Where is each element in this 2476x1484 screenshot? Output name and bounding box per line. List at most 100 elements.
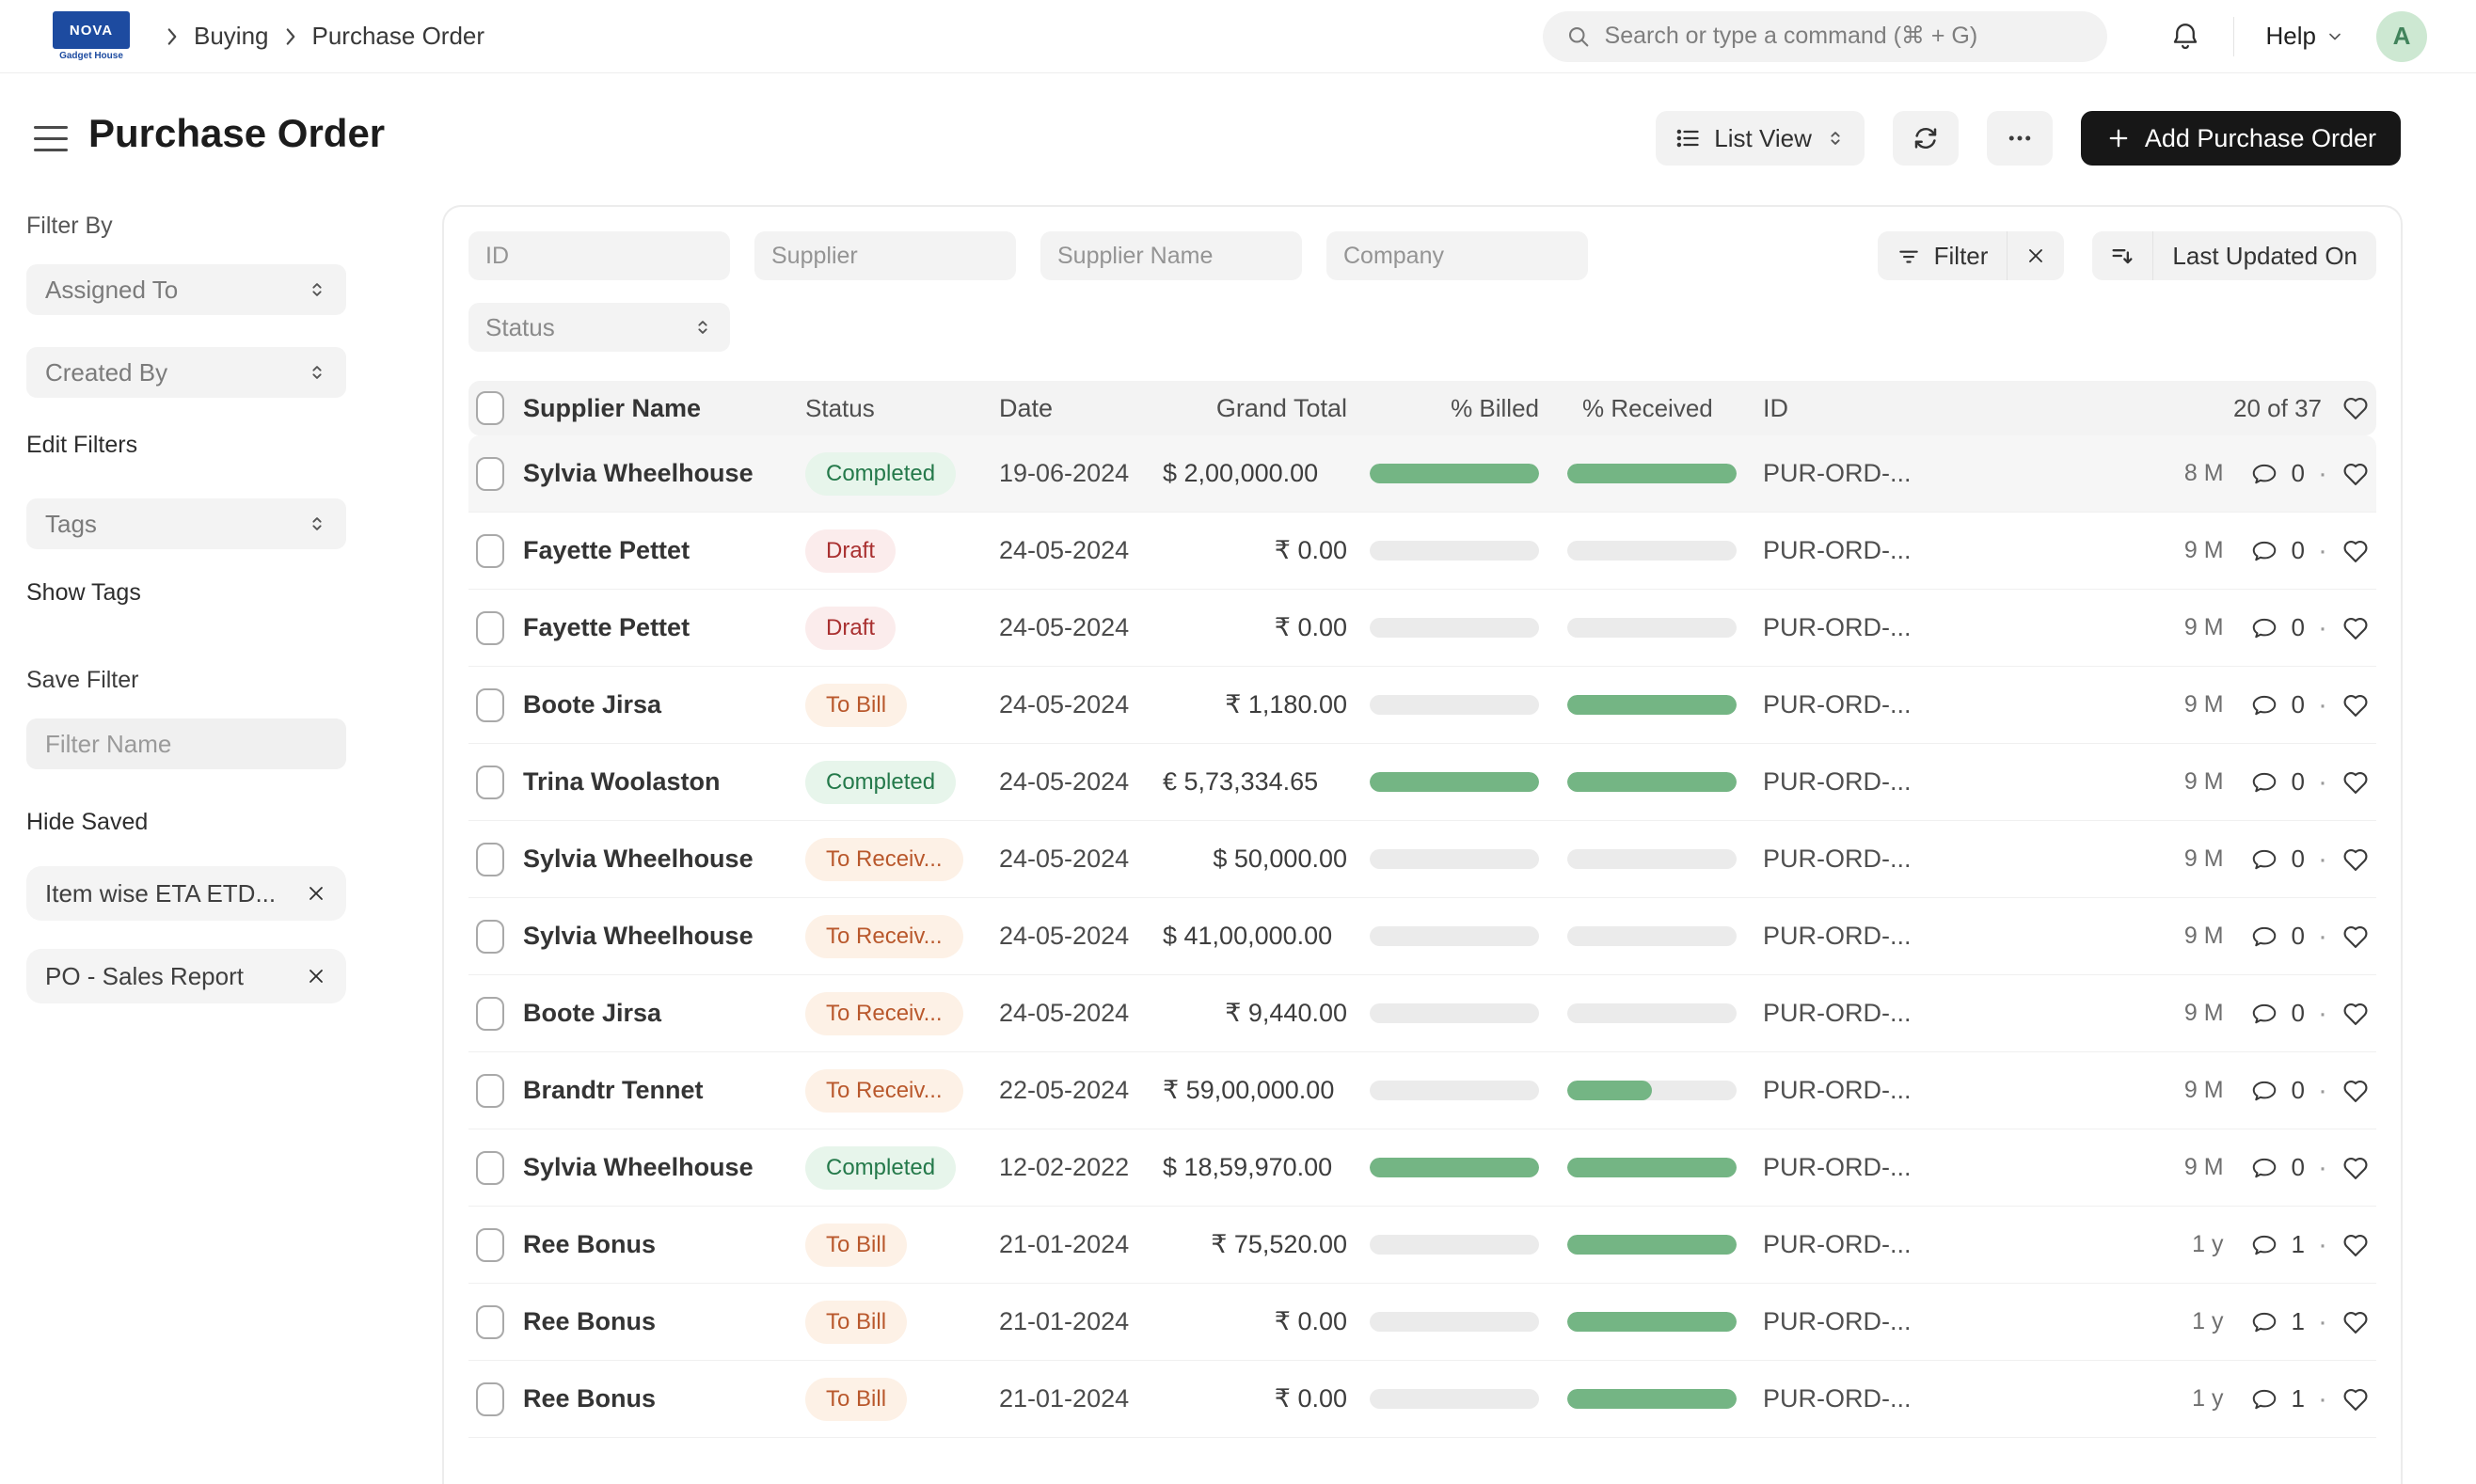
company-filter-input[interactable] [1326, 231, 1588, 280]
comment-button[interactable] [2250, 460, 2278, 488]
column-percent-billed[interactable]: % Billed [1370, 394, 1539, 423]
comment-button[interactable] [2250, 1000, 2278, 1028]
column-grand-total[interactable]: Grand Total [1163, 394, 1347, 423]
row-checkbox[interactable] [476, 688, 504, 722]
comment-button[interactable] [2250, 614, 2278, 642]
comment-button[interactable] [2250, 691, 2278, 719]
comment-button[interactable] [2250, 845, 2278, 874]
select-all-cell [468, 391, 523, 425]
sort-field-button[interactable]: Last Updated On [2153, 231, 2376, 280]
tags-select[interactable]: Tags [26, 498, 346, 549]
table-row[interactable]: Trina Woolaston Completed 24-05-2024 € 5… [468, 744, 2376, 821]
search-input[interactable] [1605, 23, 2085, 50]
like-button[interactable] [2341, 1153, 2371, 1183]
close-icon[interactable] [305, 882, 327, 905]
row-checkbox[interactable] [476, 611, 504, 645]
add-purchase-order-button[interactable]: Add Purchase Order [2081, 111, 2401, 166]
row-checkbox[interactable] [476, 457, 504, 491]
like-button[interactable] [2341, 690, 2371, 720]
select-all-checkbox[interactable] [476, 391, 504, 425]
like-button[interactable] [2341, 767, 2371, 797]
like-button[interactable] [2341, 1230, 2371, 1260]
like-button[interactable] [2341, 1384, 2371, 1414]
comment-button[interactable] [2250, 768, 2278, 797]
like-button[interactable] [2341, 999, 2371, 1029]
row-checkbox[interactable] [476, 766, 504, 799]
comment-button[interactable] [2250, 1231, 2278, 1259]
assigned-to-select[interactable]: Assigned To [26, 264, 346, 315]
comment-button[interactable] [2250, 1154, 2278, 1182]
avatar[interactable]: A [2376, 11, 2427, 62]
column-date[interactable]: Date [999, 394, 1163, 423]
row-checkbox[interactable] [476, 1074, 504, 1108]
column-supplier-name[interactable]: Supplier Name [523, 394, 805, 423]
created-by-select[interactable]: Created By [26, 347, 346, 398]
chevron-up-down-icon [1825, 128, 1846, 149]
close-icon[interactable] [305, 965, 327, 987]
table-row[interactable]: Sylvia Wheelhouse To Receiv... 24-05-202… [468, 898, 2376, 975]
id-filter-input[interactable] [468, 231, 730, 280]
like-button[interactable] [2341, 1076, 2371, 1106]
filter-button[interactable]: Filter [1878, 231, 2008, 280]
saved-filter-chip[interactable]: Item wise ETA ETD... [26, 866, 346, 921]
show-tags-link[interactable]: Show Tags [26, 579, 352, 607]
table-row[interactable]: Fayette Pettet Draft 24-05-2024 ₹ 0.00 P… [468, 513, 2376, 590]
sidebar-toggle-button[interactable] [34, 126, 71, 151]
refresh-button[interactable] [1893, 111, 1959, 166]
notifications-button[interactable] [2169, 21, 2201, 53]
clear-filter-button[interactable] [2008, 231, 2064, 280]
table-row[interactable]: Ree Bonus To Bill 21-01-2024 ₹ 75,520.00… [468, 1207, 2376, 1284]
breadcrumb-buying[interactable]: Buying [194, 22, 269, 51]
table-row[interactable]: Sylvia Wheelhouse Completed 12-02-2022 $… [468, 1129, 2376, 1207]
table-row[interactable]: Brandtr Tennet To Receiv... 22-05-2024 ₹… [468, 1052, 2376, 1129]
table-row[interactable]: Fayette Pettet Draft 24-05-2024 ₹ 0.00 P… [468, 590, 2376, 667]
table-row[interactable]: Ree Bonus To Bill 21-01-2024 ₹ 0.00 PUR-… [468, 1361, 2376, 1438]
table-row[interactable]: Sylvia Wheelhouse To Receiv... 24-05-202… [468, 821, 2376, 898]
billed-progress-cell [1370, 1312, 1539, 1332]
date-cell: 24-05-2024 [999, 767, 1163, 797]
row-checkbox[interactable] [476, 1228, 504, 1262]
view-switcher-button[interactable]: List View [1656, 111, 1865, 166]
comment-button[interactable] [2250, 1077, 2278, 1105]
more-options-button[interactable] [1987, 111, 2053, 166]
like-button[interactable] [2341, 845, 2371, 875]
filter-name-input[interactable] [26, 718, 346, 769]
help-menu[interactable]: Help [2266, 22, 2344, 51]
supplier-name-filter-input[interactable] [1040, 231, 1302, 280]
sort-direction-button[interactable] [2092, 231, 2152, 280]
like-button[interactable] [2341, 1307, 2371, 1337]
hide-saved-link[interactable]: Hide Saved [26, 809, 352, 836]
status-filter-select[interactable]: Status [468, 303, 730, 352]
column-percent-received[interactable]: % Received [1567, 394, 1737, 423]
comment-button[interactable] [2250, 537, 2278, 565]
table-row[interactable]: Ree Bonus To Bill 21-01-2024 ₹ 0.00 PUR-… [468, 1284, 2376, 1361]
row-checkbox[interactable] [476, 920, 504, 954]
like-button[interactable] [2341, 922, 2371, 952]
table-row[interactable]: Boote Jirsa To Receiv... 24-05-2024 ₹ 9,… [468, 975, 2376, 1052]
grand-total-cell: € 5,73,334.65 [1163, 767, 1347, 797]
column-status[interactable]: Status [805, 394, 999, 423]
comment-button[interactable] [2250, 1385, 2278, 1413]
row-checkbox[interactable] [476, 1382, 504, 1416]
like-button[interactable] [2341, 536, 2371, 566]
row-checkbox[interactable] [476, 843, 504, 876]
column-id[interactable]: ID [1763, 394, 2045, 423]
liked-filter-button[interactable] [2341, 393, 2371, 423]
row-checkbox[interactable] [476, 997, 504, 1031]
row-checkbox[interactable] [476, 1305, 504, 1339]
id-cell: PUR-ORD-... [1763, 690, 2045, 719]
comment-button[interactable] [2250, 1308, 2278, 1336]
row-checkbox[interactable] [476, 1151, 504, 1185]
comment-button[interactable] [2250, 923, 2278, 951]
like-button[interactable] [2341, 459, 2371, 489]
edit-filters-link[interactable]: Edit Filters [26, 432, 352, 459]
row-checkbox[interactable] [476, 534, 504, 568]
global-search[interactable] [1543, 11, 2107, 62]
table-row[interactable]: Sylvia Wheelhouse Completed 19-06-2024 $… [468, 435, 2376, 513]
like-button[interactable] [2341, 613, 2371, 643]
breadcrumb-purchase-order[interactable]: Purchase Order [312, 22, 485, 51]
saved-filter-chip[interactable]: PO - Sales Report [26, 949, 346, 1003]
table-row[interactable]: Boote Jirsa To Bill 24-05-2024 ₹ 1,180.0… [468, 667, 2376, 744]
supplier-filter-input[interactable] [754, 231, 1016, 280]
app-logo[interactable]: NOVA Gadget House [53, 11, 130, 61]
